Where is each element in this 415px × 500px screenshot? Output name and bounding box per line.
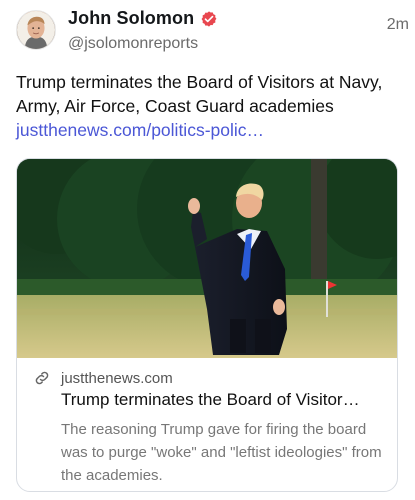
card-description: The reasoning Trump gave for firing the … — [61, 421, 382, 484]
post-text: Trump terminates the Board of Visitors a… — [16, 70, 401, 142]
link-preview-card[interactable]: justthenews.com Trump terminates the Boa… — [16, 158, 398, 492]
author-name[interactable]: John Solomon — [68, 8, 194, 29]
verified-badge-icon — [200, 10, 218, 28]
post[interactable]: John Solomon @jsolomonreports 2m Trump t… — [0, 0, 415, 500]
card-image[interactable] — [17, 159, 397, 358]
post-body: Trump terminates the Board of Visitors a… — [16, 72, 383, 116]
author-handle[interactable]: @jsolomonreports — [68, 35, 403, 53]
card-title[interactable]: Trump terminates the Board of Visitor… — [61, 390, 386, 410]
card-domain: justthenews.com — [61, 369, 173, 387]
timestamp[interactable]: 2m — [387, 16, 409, 34]
post-link[interactable]: justthenews.com/politics-polic… — [16, 120, 264, 140]
post-header: John Solomon @jsolomonreports — [68, 8, 403, 56]
avatar[interactable] — [16, 10, 56, 50]
card-body: justthenews.com Trump terminates the Boa… — [17, 369, 397, 487]
link-icon — [33, 369, 51, 387]
